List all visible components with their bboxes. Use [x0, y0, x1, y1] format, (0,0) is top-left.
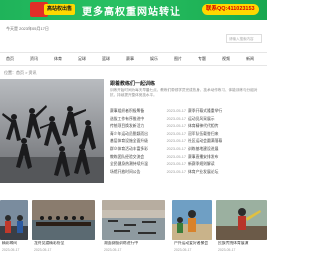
gallery-date: 2023-05-17	[104, 248, 122, 252]
list-item[interactable]: 社区运动会圆满落幕	[188, 139, 264, 147]
breadcrumb: 位置：首页 > 资讯	[4, 70, 37, 75]
search-input[interactable]: 请输入搜索内容	[226, 34, 262, 43]
gallery-caption[interactable]: 龙舟竞渡精彩纷呈	[34, 241, 96, 246]
nav-item[interactable]: 娱乐	[150, 56, 158, 62]
nav-item[interactable]: 篮球	[102, 56, 110, 62]
nav-item[interactable]: 新闻	[246, 56, 254, 62]
list-item[interactable]: 体育精神代代相传	[188, 124, 264, 132]
gallery-date: 2023-05-17	[34, 248, 52, 252]
news-list-left: 赛事组织者积极筹备 2023-05-17 选拔工作有序推进中 2023-05-17 …	[110, 109, 186, 177]
gallery-thumb[interactable]	[0, 200, 28, 240]
divider	[0, 65, 267, 66]
folk-performance-photo	[216, 200, 267, 240]
gallery-caption[interactable]: 户外运动爱好者聚会	[174, 241, 214, 246]
list-item[interactable]: 体育产业发展论坛	[188, 170, 264, 178]
banner-headline: 更多高权重网站转让	[82, 7, 181, 18]
gallery-caption[interactable]: 精彩瞬间	[2, 241, 30, 246]
dateline: 今天是 2023年05月17日	[6, 26, 49, 31]
list-item[interactable]: 场馆开放时间公告 2023-05-17	[110, 170, 186, 178]
gallery-thumb[interactable]	[216, 200, 267, 240]
list-item[interactable]: 赛事组织者积极筹备 2023-05-17	[110, 109, 186, 117]
hero-image[interactable]	[0, 79, 104, 183]
banner-badge: 高站权出售	[44, 4, 76, 15]
nav-item[interactable]: 视频	[222, 56, 230, 62]
nav-item[interactable]: 专题	[198, 56, 206, 62]
hero-title[interactable]: 跟着教练们一起训练	[110, 80, 155, 87]
gallery-caption[interactable]: 民族传统体育展演	[218, 241, 267, 246]
gallery-date: 2023-05-17	[2, 248, 20, 252]
list-item[interactable]: 训练基地建设进展	[188, 147, 264, 155]
dancers-photo	[0, 79, 104, 183]
gallery-thumb[interactable]	[32, 200, 95, 240]
gallery-date: 2023-05-17	[218, 248, 236, 252]
hero-description: 训练开始时间为每天早晨七点，教练们带领学员完成热身、技术动作练习、体能训练与分组…	[110, 88, 258, 97]
nav-item[interactable]: 体育	[54, 56, 62, 62]
banner-contact[interactable]: 联系QQ:411023153	[202, 4, 259, 15]
divider	[0, 52, 267, 53]
lake-rowing-photo	[102, 200, 165, 240]
people-photo	[0, 200, 28, 240]
news-list-right: 赛季开幕式隆重举行 运动员风采展示 体育精神代代相传 冠军队伍载誉归来 社区运动…	[188, 109, 264, 177]
gallery-caption[interactable]: 湖面赛艇训练进行中	[104, 241, 166, 246]
nav-item[interactable]: 首页	[6, 56, 14, 62]
nav-item[interactable]: 足球	[78, 56, 86, 62]
list-item[interactable]: 群众体育活动丰富多彩 2023-05-17	[110, 147, 186, 155]
list-item[interactable]: 赛季开幕式隆重举行	[188, 109, 264, 117]
list-item[interactable]: 传统项目焕发新活力 2023-05-17	[110, 124, 186, 132]
gallery-thumb[interactable]	[172, 200, 212, 240]
main-nav: 首页 资讯 体育 足球 篮球 赛事 娱乐 图片 专题 视频 新闻	[0, 54, 267, 64]
nav-item[interactable]: 赛事	[126, 56, 134, 62]
list-item[interactable]: 新赛季规则解读	[188, 162, 264, 170]
outdoor-group-photo	[172, 200, 212, 240]
photo-gallery: 精彩瞬间 龙舟竞渡精彩纷呈 湖面赛艇训练进行中 户外运动爱好者聚会 民族传统体育…	[0, 200, 267, 261]
list-item[interactable]: 基层体育设施全面升级 2023-05-17	[110, 139, 186, 147]
promo-banner[interactable]: 高站权出售 更多高权重网站转让 联系QQ:411023153	[0, 0, 267, 20]
gallery-date: 2023-05-17	[174, 248, 192, 252]
nav-item[interactable]: 图片	[174, 56, 182, 62]
dragon-boat-photo	[32, 200, 95, 240]
nav-item[interactable]: 资讯	[30, 56, 38, 62]
gallery-thumb[interactable]	[102, 200, 165, 240]
list-item[interactable]: 全民健身热潮持续升温 2023-05-17	[110, 162, 186, 170]
